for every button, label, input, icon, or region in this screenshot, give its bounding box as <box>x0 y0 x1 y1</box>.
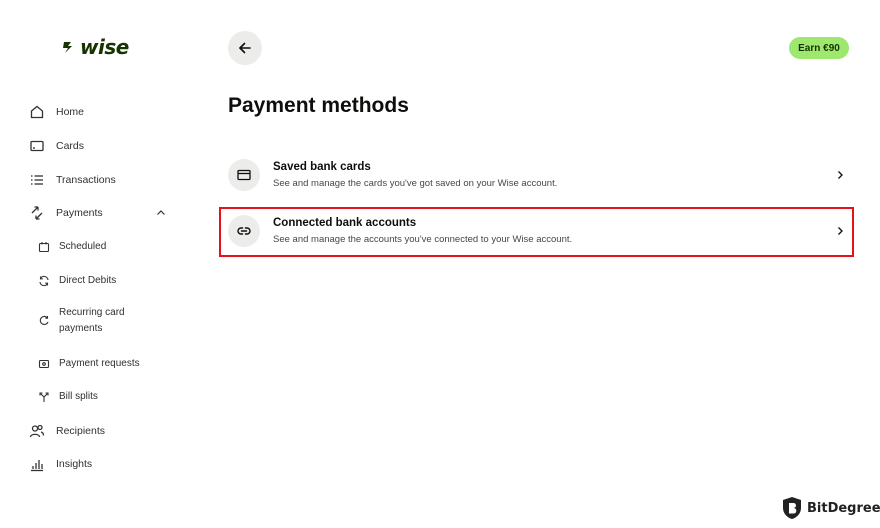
sidebar-item-label: Insights <box>56 458 93 470</box>
arrow-left-icon <box>239 42 251 54</box>
bitdegree-watermark: BitDegree <box>782 496 880 520</box>
sidebar-item-cards[interactable]: Cards <box>27 135 84 157</box>
saved-bank-cards-row[interactable]: Saved bank cards See and manage the card… <box>224 150 854 200</box>
sidebar-item-payments[interactable]: Payments <box>27 202 103 224</box>
sidebar-subitem-label: Payment requests <box>59 358 140 369</box>
back-button[interactable] <box>228 31 262 65</box>
sidebar-subitem-label: Recurring card payments <box>59 307 125 334</box>
sidebar-subitem-label: Direct Debits <box>59 275 117 286</box>
refresh-icon <box>37 274 51 288</box>
sidebar-subitem-payment-requests[interactable]: Payment requests <box>37 356 140 372</box>
sidebar-item-recipients[interactable]: Recipients <box>27 420 105 442</box>
sidebar-item-label: Payments <box>56 207 103 219</box>
chevron-up-icon[interactable] <box>155 207 167 219</box>
row-title: Saved bank cards <box>273 161 371 173</box>
sidebar-subitem-recurring-card-payments[interactable]: Recurring card payments <box>37 305 125 337</box>
page-title: Payment methods <box>228 94 409 117</box>
payments-arrows-icon <box>27 203 47 223</box>
list-icon <box>27 170 47 190</box>
sidebar-subitem-bill-splits[interactable]: Bill splits <box>37 389 98 405</box>
sidebar-subitem-direct-debits[interactable]: Direct Debits <box>37 273 116 289</box>
highlight-box <box>219 207 854 257</box>
sidebar-subitem-label: Bill splits <box>59 391 98 402</box>
watermark-text: BitDegree <box>807 500 880 516</box>
card-icon <box>228 159 260 191</box>
split-icon <box>37 390 51 404</box>
calendar-icon <box>37 240 51 254</box>
earn-referral-button[interactable]: Earn €90 <box>789 37 849 59</box>
sidebar-item-label: Recipients <box>56 425 106 437</box>
bar-chart-icon <box>27 454 47 474</box>
sidebar-item-label: Cards <box>56 140 85 152</box>
sidebar-subitem-label: Scheduled <box>59 241 107 252</box>
wise-logo[interactable]: wise <box>62 35 129 59</box>
sidebar-subitem-scheduled[interactable]: Scheduled <box>37 239 106 255</box>
recurring-icon <box>37 314 51 328</box>
chevron-right-icon <box>838 171 843 179</box>
sidebar-item-label: Home <box>56 106 85 118</box>
sidebar-item-insights[interactable]: Insights <box>27 453 92 475</box>
wise-wordmark: wise <box>80 35 129 59</box>
row-subtitle: See and manage the cards you've got save… <box>273 178 558 189</box>
card-icon <box>27 136 47 156</box>
request-icon <box>37 357 51 371</box>
recipients-icon <box>27 421 47 441</box>
home-icon <box>27 102 47 122</box>
sidebar-item-label: Transactions <box>56 174 116 186</box>
sidebar-item-home[interactable]: Home <box>27 101 84 123</box>
sidebar-item-transactions[interactable]: Transactions <box>27 169 116 191</box>
wise-flag-icon <box>63 42 72 53</box>
bitdegree-shield-icon <box>783 497 801 519</box>
